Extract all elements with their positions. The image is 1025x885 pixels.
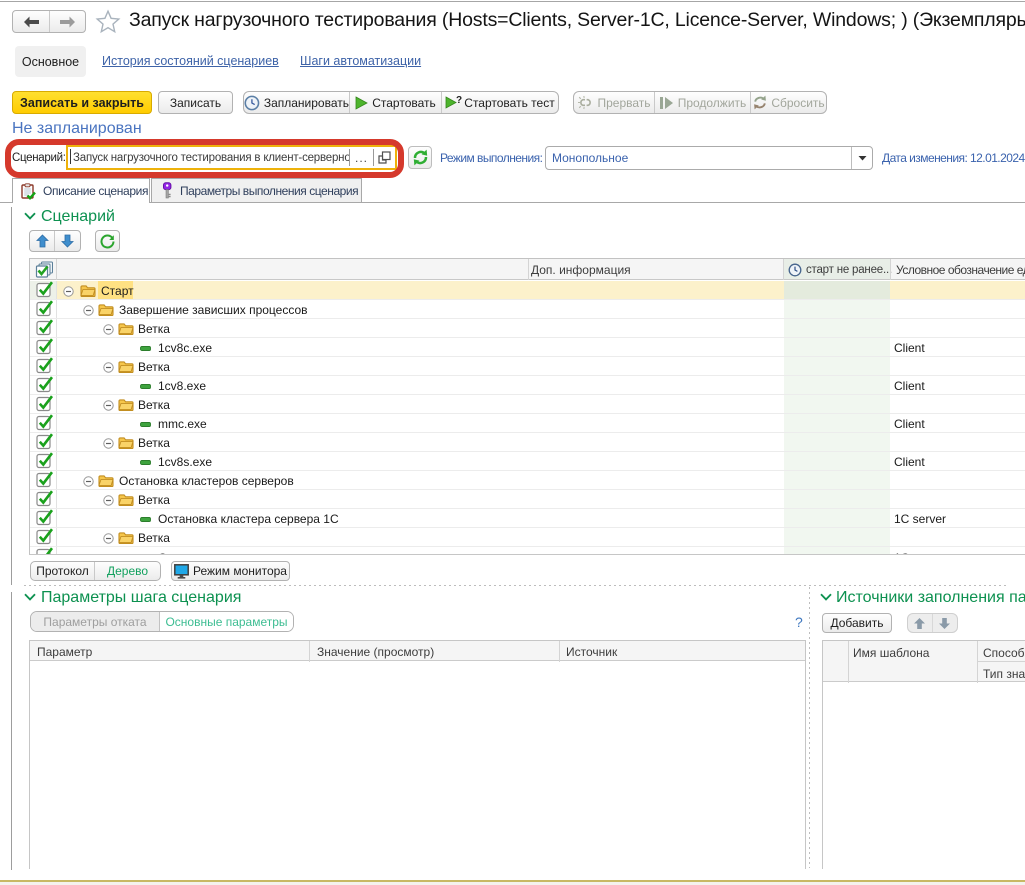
svg-text:?: ? <box>456 95 462 106</box>
